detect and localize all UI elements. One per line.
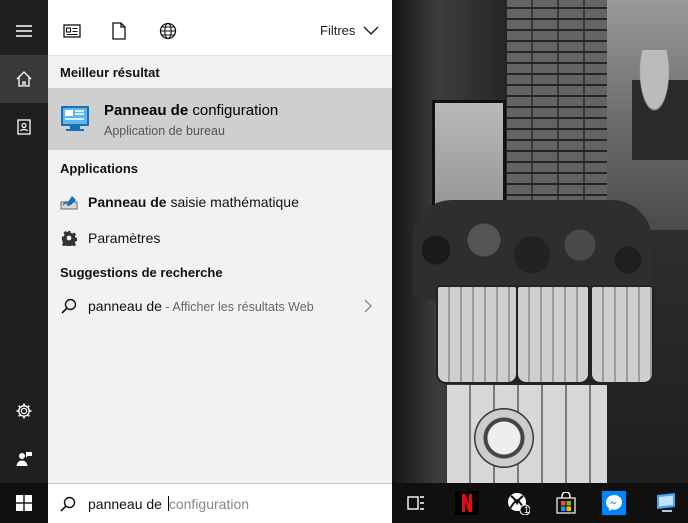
best-match-title-rest: configuration — [188, 102, 279, 119]
filter-web-button[interactable] — [158, 21, 178, 41]
web-suggestion-hint: - Afficher les résultats Web — [161, 300, 314, 314]
taskbar: panneau de configuration 1 — [0, 483, 688, 523]
messenger-icon — [602, 491, 626, 515]
filters-dropdown[interactable]: Filtres — [320, 23, 379, 38]
filter-documents-button[interactable] — [109, 21, 129, 41]
store-bag-icon — [556, 492, 576, 514]
remote-desktop-icon — [657, 493, 675, 512]
notebook-button[interactable] — [0, 103, 48, 151]
wallpaper-emblem — [474, 408, 534, 468]
wallpaper-basket — [516, 285, 590, 384]
app-result-label: Paramètres — [88, 230, 161, 246]
feedback-button[interactable] — [0, 435, 48, 483]
web-suggestion-item[interactable]: panneau de - Afficher les résultats Web — [48, 288, 392, 324]
filters-label: Filtres — [320, 23, 356, 38]
start-left-rail — [0, 0, 48, 483]
chevron-right-icon — [364, 299, 372, 313]
search-icon — [60, 496, 76, 512]
search-autocomplete-text: configuration — [168, 496, 250, 512]
wallpaper-person — [632, 50, 688, 160]
home-button[interactable] — [0, 55, 48, 103]
messenger-app-button[interactable] — [600, 489, 628, 517]
best-match-title: Panneau de configuration — [104, 102, 278, 119]
gear-icon — [16, 403, 32, 419]
gear-icon — [59, 228, 79, 248]
home-icon — [16, 71, 32, 87]
notebook-icon — [17, 119, 31, 135]
best-match-subtitle: Application de bureau — [104, 124, 225, 138]
web-suggestion-label: panneau de - Afficher les résultats Web — [88, 298, 314, 314]
apps-filter-icon — [63, 24, 81, 38]
search-typed-text: panneau de — [88, 496, 166, 512]
settings-button[interactable] — [0, 387, 48, 435]
search-icon — [59, 296, 79, 316]
search-input[interactable]: panneau de configuration — [88, 496, 249, 512]
xbox-notification-badge: 1 — [524, 505, 530, 515]
netflix-app-button[interactable] — [453, 489, 481, 517]
document-icon — [112, 22, 126, 40]
math-input-icon — [59, 192, 79, 212]
feedback-person-icon — [16, 452, 32, 466]
search-suggestions-heading: Suggestions de recherche — [60, 265, 223, 280]
netflix-icon — [455, 491, 479, 515]
app-result-rest: saisie mathématique — [166, 194, 299, 210]
desktop-wallpaper — [392, 0, 688, 483]
best-match-item[interactable]: Panneau de configuration Application de … — [48, 88, 392, 150]
control-panel-icon — [60, 104, 90, 137]
task-view-button[interactable] — [402, 489, 430, 517]
store-app-button[interactable] — [552, 489, 580, 517]
task-view-icon — [407, 496, 424, 510]
wallpaper-basket — [436, 285, 518, 384]
start-button[interactable] — [0, 483, 48, 523]
hamburger-menu-button[interactable] — [0, 7, 48, 55]
globe-icon — [159, 22, 177, 40]
search-results-panel: Filtres Meilleur résultat Panneau de con… — [48, 0, 392, 483]
hamburger-icon — [16, 25, 32, 37]
chevron-down-icon — [363, 26, 379, 35]
xbox-app-button[interactable]: 1 — [504, 489, 532, 517]
wallpaper-basket — [590, 285, 654, 384]
taskbar-search-box[interactable]: panneau de configuration — [48, 483, 392, 523]
app-result-math-input[interactable]: Panneau de saisie mathématique — [48, 184, 392, 220]
web-suggestion-query: panneau de — [88, 298, 162, 314]
best-match-heading: Meilleur résultat — [60, 65, 160, 80]
app-result-settings[interactable]: Paramètres — [48, 220, 392, 256]
remote-desktop-app-button[interactable] — [652, 489, 680, 517]
applications-heading: Applications — [60, 161, 139, 176]
filter-apps-button[interactable] — [62, 21, 82, 41]
app-result-label: Panneau de saisie mathématique — [88, 194, 299, 210]
results-toolbar: Filtres — [48, 0, 392, 56]
app-result-bold: Panneau de — [88, 194, 167, 210]
best-match-title-bold: Panneau de — [104, 102, 189, 119]
windows-logo-icon — [16, 495, 32, 511]
